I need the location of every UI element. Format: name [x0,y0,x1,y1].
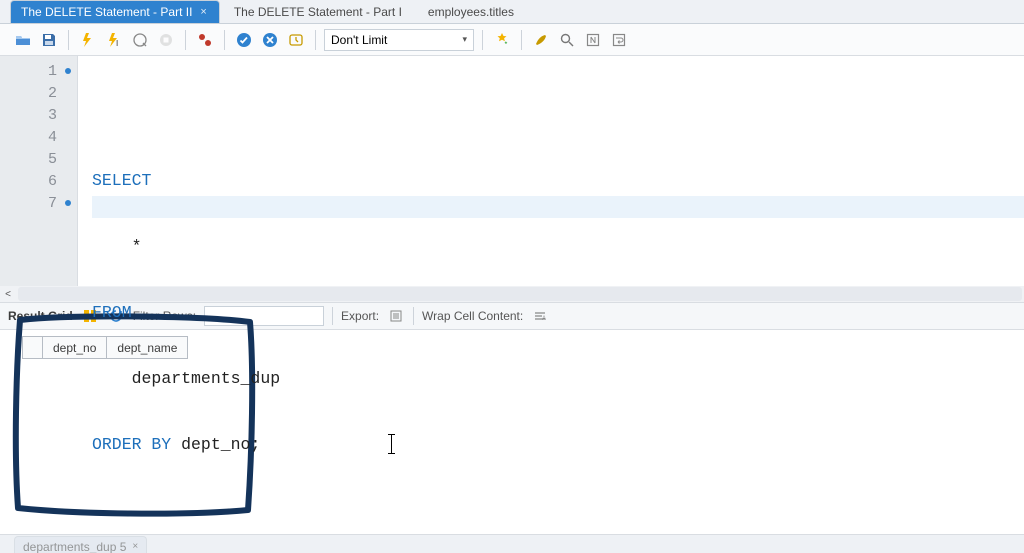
keyword: ORDER BY [92,435,171,454]
separator [315,30,316,50]
identifier: departments_dup [132,369,281,388]
stop-button[interactable] [155,29,177,51]
sql-toolbar: I Don't Limit [0,24,1024,56]
tab-label: employees.titles [428,5,514,19]
separator [224,30,225,50]
execute-current-button[interactable]: I [103,29,125,51]
commit-button[interactable] [233,29,255,51]
scroll-left-icon[interactable]: < [0,286,16,302]
separator [482,30,483,50]
save-button[interactable] [38,29,60,51]
token: ; [250,435,260,454]
brush-button[interactable] [530,29,552,51]
sql-editor[interactable]: 1 2 3 4 5 6 7 SELECT * FROM departments_… [0,56,1024,286]
close-icon[interactable]: × [200,6,206,18]
tab-label: The DELETE Statement - Part II [21,5,192,19]
result-tab-label: departments_dup 5 [23,540,126,553]
limit-rows-select[interactable]: Don't Limit [324,29,474,51]
token: * [132,237,142,256]
code-area[interactable]: SELECT * FROM departments_dup ORDER BY d… [78,56,1024,286]
toggle-invisible-button[interactable] [582,29,604,51]
editor-tabs: The DELETE Statement - Part II × The DEL… [0,0,1024,24]
toggle-safe-updates-button[interactable] [285,29,307,51]
tab-delete-part-1[interactable]: The DELETE Statement - Part I [224,0,414,23]
find-button[interactable] [556,29,578,51]
wrap-button[interactable] [608,29,630,51]
result-grid-label: Result Grid [8,309,73,323]
open-file-button[interactable] [12,29,34,51]
keyword: SELECT [92,171,151,190]
line-number-gutter: 1 2 3 4 5 6 7 [0,56,78,286]
limit-label: Don't Limit [331,33,387,47]
column-header[interactable]: dept_name [107,337,188,359]
rollback-button[interactable] [259,29,281,51]
toggle-autocommit-button[interactable] [194,29,216,51]
separator [185,30,186,50]
text-cursor-icon [391,435,392,453]
tab-delete-part-2[interactable]: The DELETE Statement - Part II × [10,0,220,23]
explain-button[interactable] [129,29,151,51]
execute-button[interactable] [77,29,99,51]
keyword: FROM [92,303,132,322]
column-header[interactable]: dept_no [43,337,107,359]
separator [68,30,69,50]
beautify-button[interactable] [491,29,513,51]
identifier: dept_no [181,435,250,454]
current-line-highlight [92,196,1024,218]
row-header-corner [23,337,43,359]
result-tab-departments-dup[interactable]: departments_dup 5 × [14,536,147,553]
svg-text:I: I [116,39,118,48]
tab-employees-titles[interactable]: employees.titles [418,0,526,23]
close-icon[interactable]: × [132,541,138,552]
tab-label: The DELETE Statement - Part I [234,5,402,19]
separator [521,30,522,50]
result-table: dept_no dept_name [22,336,188,359]
